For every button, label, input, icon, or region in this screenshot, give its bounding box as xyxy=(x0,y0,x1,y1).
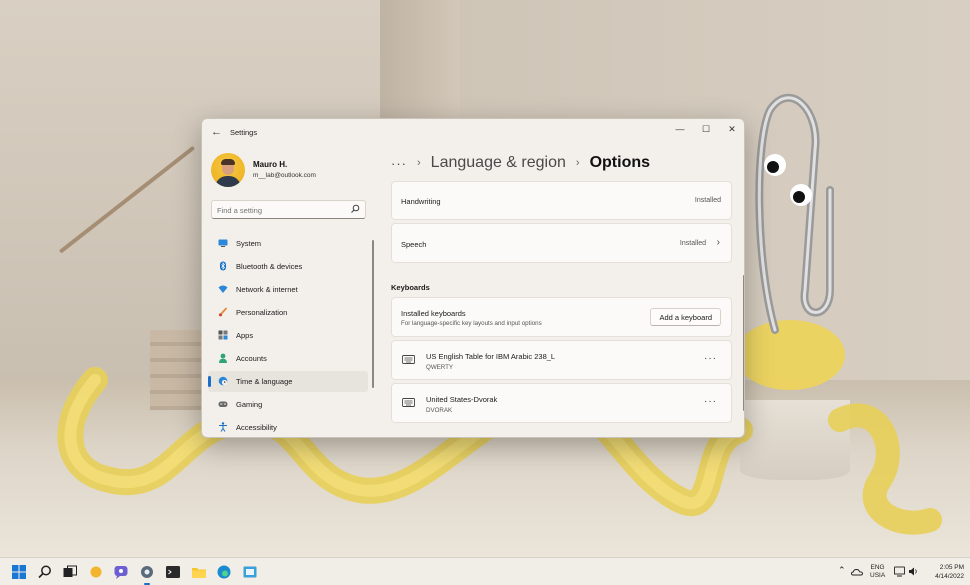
taskbar: ⌃ ENG USIA 2:05 PM 4/14/2022 xyxy=(0,557,970,585)
content-scrollbar[interactable] xyxy=(743,275,744,411)
chevron-up-icon[interactable]: ⌃ xyxy=(838,565,846,585)
user-name: Mauro H. xyxy=(253,160,288,169)
volume-icon[interactable] xyxy=(908,566,919,577)
breadcrumb-more-button[interactable]: ··· xyxy=(391,156,407,171)
search-icon[interactable] xyxy=(37,564,53,580)
language-indicator[interactable]: ENG USIA xyxy=(870,564,885,585)
file-explorer-icon[interactable] xyxy=(191,564,207,580)
sidebar-item-bluetooth[interactable]: Bluetooth & devices xyxy=(208,256,368,277)
person-icon xyxy=(219,353,227,363)
chat-icon[interactable] xyxy=(113,564,129,580)
feature-speech-card[interactable]: Speech Installed › xyxy=(391,223,732,263)
onedrive-cloud-icon[interactable] xyxy=(851,566,863,578)
breadcrumb: ··· › Language & region › Options xyxy=(391,152,650,174)
page-title: Options xyxy=(589,154,651,171)
minimize-icon[interactable]: — xyxy=(667,121,693,137)
chevron-right-icon[interactable]: › xyxy=(717,237,720,248)
windows-start-icon[interactable] xyxy=(11,564,27,580)
chevron-right-icon: › xyxy=(417,157,421,169)
search-icon[interactable] xyxy=(350,204,360,214)
keyboard-icon xyxy=(402,355,415,364)
maximize-icon[interactable]: ☐ xyxy=(693,121,719,137)
sidebar-item-apps[interactable]: Apps xyxy=(208,325,368,346)
breadcrumb-language-region[interactable]: Language & region xyxy=(431,154,566,172)
back-arrow-icon[interactable]: ← xyxy=(211,126,223,138)
section-heading-keyboards: Keyboards xyxy=(391,283,430,292)
search-box[interactable] xyxy=(211,200,366,219)
monitor-icon xyxy=(218,239,228,247)
sidebar-scrollbar[interactable] xyxy=(372,240,374,388)
widgets-icon[interactable] xyxy=(88,564,104,580)
title-bar[interactable]: ← Settings — ☐ ✕ xyxy=(202,119,744,145)
installed-keyboards-card: Installed keyboards For language-specifi… xyxy=(391,297,732,337)
more-options-button[interactable]: ··· xyxy=(704,353,717,364)
feature-handwriting-card[interactable]: Handwriting Installed xyxy=(391,181,732,220)
network-monitor-icon[interactable] xyxy=(894,566,905,577)
brush-icon xyxy=(218,307,228,317)
status-badge: Installed xyxy=(694,197,721,204)
accessibility-icon xyxy=(219,422,227,432)
sidebar-item-personalization[interactable]: Personalization xyxy=(208,302,368,323)
status-badge: Installed xyxy=(679,240,706,247)
store-app-icon[interactable] xyxy=(242,564,258,580)
globe-clock-icon xyxy=(218,376,228,386)
clock-date: 4/14/2022 xyxy=(935,573,964,580)
bluetooth-icon xyxy=(220,261,226,271)
keyboard-icon xyxy=(402,398,415,407)
sidebar-item-accounts[interactable]: Accounts xyxy=(208,348,368,369)
main-content: ··· › Language & region › Options Handwr… xyxy=(377,145,744,437)
sidebar-item-gaming[interactable]: Gaming xyxy=(208,394,368,415)
sidebar-item-network[interactable]: Network & internet xyxy=(208,279,368,300)
user-email: m__lab@outlook.com xyxy=(253,172,316,179)
chevron-right-icon: › xyxy=(575,157,580,169)
edge-browser-icon[interactable] xyxy=(216,564,232,580)
terminal-icon[interactable] xyxy=(165,564,181,580)
app-title: Settings xyxy=(230,128,258,137)
gamepad-icon xyxy=(218,401,228,407)
sidebar-item-time-language[interactable]: Time & language xyxy=(208,371,368,392)
settings-gear-icon[interactable] xyxy=(139,564,155,580)
close-icon[interactable]: ✕ xyxy=(719,121,744,137)
keyboard-list-item: US English Table for IBM Arabic 238_L QW… xyxy=(391,340,732,380)
avatar[interactable] xyxy=(211,153,245,187)
more-options-button[interactable]: ··· xyxy=(704,396,717,407)
add-keyboard-button[interactable]: Add a keyboard xyxy=(650,308,721,326)
wifi-icon xyxy=(218,285,228,293)
search-input[interactable] xyxy=(217,204,345,216)
sidebar: Mauro H. m__lab@outlook.com System Bluet… xyxy=(202,145,377,437)
clock-time: 2:05 PM xyxy=(939,564,964,571)
sidebar-item-system[interactable]: System xyxy=(208,233,368,254)
sidebar-item-accessibility[interactable]: Accessibility xyxy=(208,417,368,437)
clock[interactable]: 2:05 PM 4/14/2022 xyxy=(926,563,964,585)
apps-icon xyxy=(218,330,228,340)
task-view-icon[interactable] xyxy=(62,564,78,580)
keyboard-list-item: United States-Dvorak DVORAK ··· xyxy=(391,383,732,423)
settings-window: ← Settings — ☐ ✕ Mauro H. m__lab@outlook… xyxy=(201,118,745,438)
